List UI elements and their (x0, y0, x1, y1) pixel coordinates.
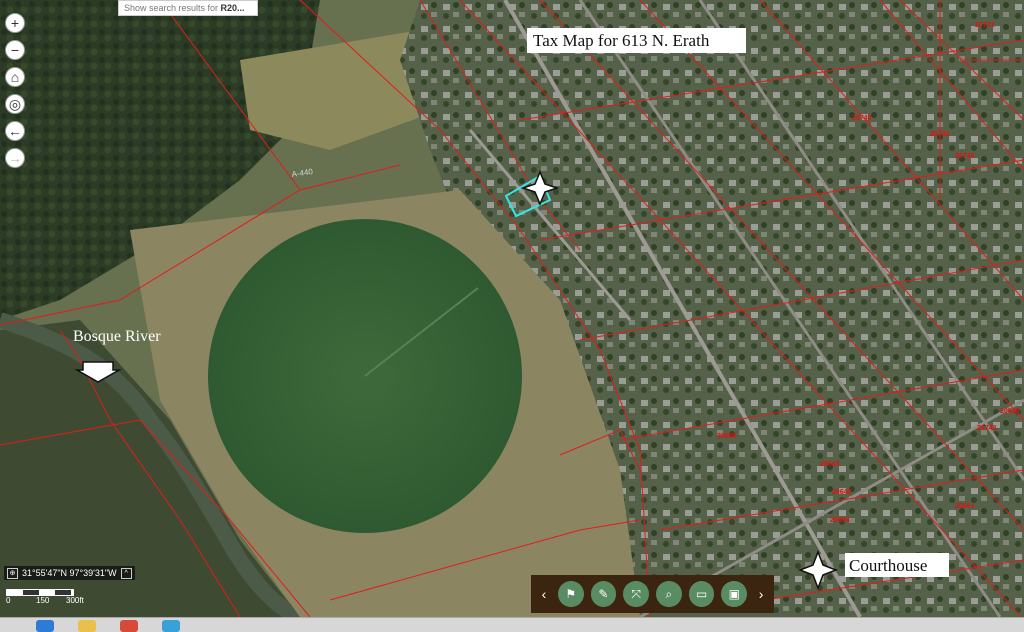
parcel-number: 20643 (820, 461, 840, 468)
courthouse-label: Courthouse (845, 553, 949, 577)
os-taskbar (0, 617, 1024, 632)
browser-taskbar-icon[interactable] (162, 620, 180, 632)
parcel-number: 20630 (1000, 408, 1020, 415)
parcel-number: 20658 (717, 433, 737, 440)
edge-taskbar-icon[interactable] (36, 620, 54, 632)
coord-toggle-icon[interactable]: ⊕ (7, 567, 18, 579)
forward-button: → (5, 148, 25, 168)
search-hint-term: R20... (220, 3, 245, 13)
basemap-icon: ▭ (695, 587, 708, 601)
coord-expand-icon[interactable]: ^ (120, 567, 132, 579)
zoom-out-button[interactable]: − (5, 40, 25, 60)
chrome-taskbar-icon[interactable] (120, 620, 138, 632)
scale-end: 300ft (66, 596, 84, 605)
scale-bar-graphic (6, 589, 74, 596)
toolbar-prev-button[interactable]: ‹ (537, 586, 551, 602)
parcel-number: 20642 (832, 489, 852, 496)
parcel-number: 20694 (830, 517, 850, 524)
parcel-number: 20746 (955, 153, 975, 160)
print-tool-button[interactable]: ▣ (721, 581, 748, 607)
bookmark-icon: ⚑ (565, 587, 577, 601)
map-toolbar: ‹ ⚑ ✎ ⤧ ⌕ ▭ ▣ › (531, 575, 774, 613)
measure-tool-button[interactable]: ⤧ (623, 581, 649, 607)
search-hint-prefix: Show search results for (124, 3, 221, 13)
zoom-search-icon: ⌕ (665, 586, 673, 601)
back-button[interactable]: ← (5, 121, 25, 141)
map-nav-controls: + − ⌂ ◎ ← → (5, 13, 25, 168)
pencil-icon: ✎ (598, 587, 609, 601)
home-button[interactable]: ⌂ (5, 67, 25, 87)
parcel-number: 20742 (930, 131, 950, 138)
parcel-number: 20748 (977, 425, 997, 432)
basemap-tool-button[interactable]: ▭ (688, 581, 715, 607)
toolbar-next-button[interactable]: › (754, 586, 768, 602)
print-icon: ▣ (728, 587, 740, 601)
coordinate-readout: ⊕ 31°55'47"N 97°39'31"W ^ (4, 566, 135, 580)
file-explorer-taskbar-icon[interactable] (78, 620, 96, 632)
search-results-hint[interactable]: Show search results for R20... (118, 0, 258, 16)
measure-icon: ⤧ (631, 586, 641, 601)
scale-zero: 0 (6, 596, 11, 605)
parcel-number: 20741 (975, 22, 995, 29)
river-label: Bosque River (73, 328, 161, 345)
coordinate-text: 31°55'47"N 97°39'31"W (22, 568, 117, 578)
parcel-number: 20740 (852, 115, 872, 122)
draw-tool-button[interactable]: ✎ (590, 581, 617, 607)
aerial-imagery: A-440 (0, 0, 1024, 617)
map-view[interactable]: A-440 20746 20741 20740 20748 20742 2064… (0, 0, 1024, 617)
parcel-number: 20651 (955, 503, 975, 510)
bookmark-tool-button[interactable]: ⚑ (557, 581, 584, 607)
query-tool-button[interactable]: ⌕ (656, 581, 682, 607)
map-title: Tax Map for 613 N. Erath (527, 28, 746, 53)
locate-button[interactable]: ◎ (5, 94, 25, 114)
scale-mid: 150 (36, 596, 50, 605)
scale-bar: 0 150 300ft (4, 586, 94, 606)
zoom-in-button[interactable]: + (5, 13, 25, 33)
